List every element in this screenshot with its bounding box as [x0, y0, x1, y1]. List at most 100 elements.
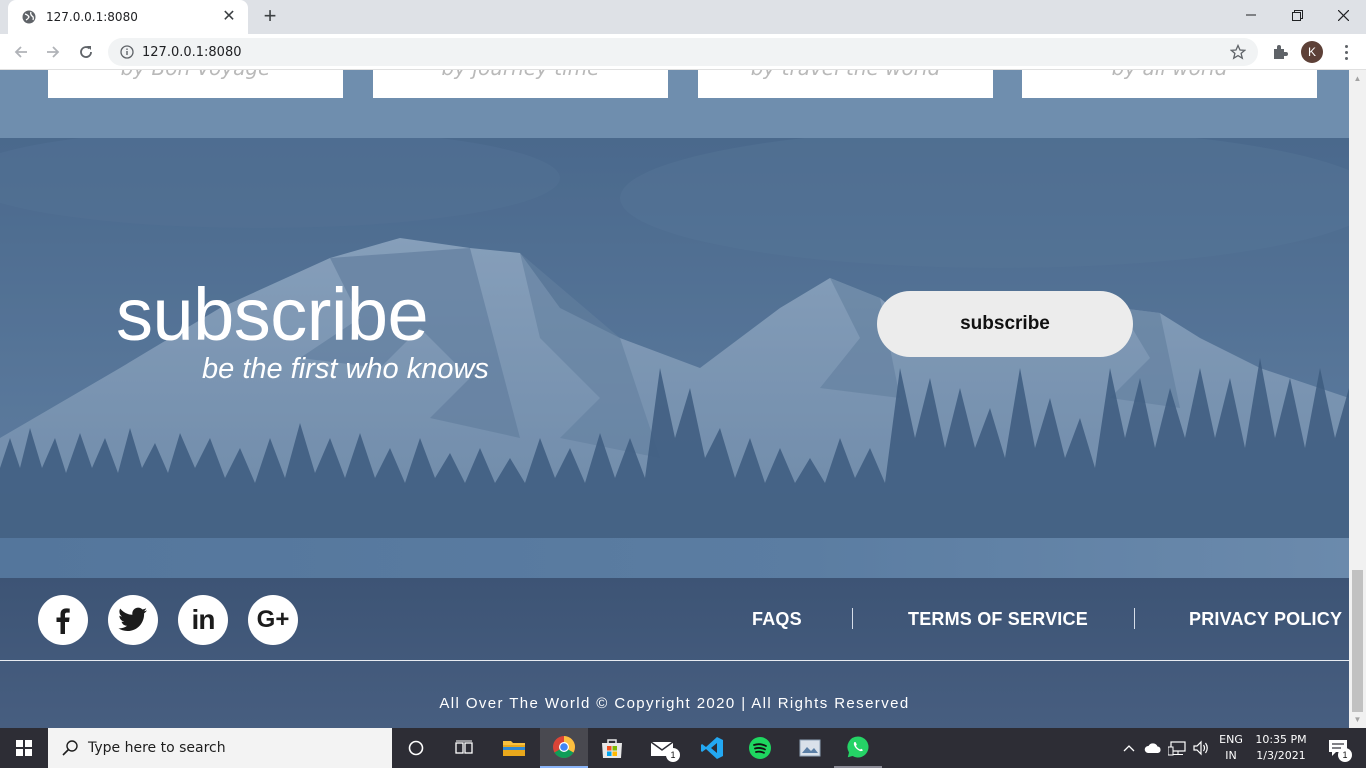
cortana-button[interactable]	[392, 728, 440, 768]
chrome-button[interactable]	[540, 728, 588, 768]
whatsapp-button[interactable]	[834, 728, 882, 768]
google-plus-icon: G+	[256, 606, 290, 633]
chevron-up-icon	[1123, 745, 1135, 752]
search-icon	[62, 740, 78, 756]
search-placeholder: Type here to search	[88, 740, 226, 756]
restore-icon	[1291, 9, 1303, 21]
page-viewport: by Bon Voyage by journey time by travel …	[0, 70, 1349, 728]
start-button[interactable]	[0, 728, 48, 768]
back-button[interactable]	[9, 40, 33, 64]
site-footer: in G+ FAQS TERMS OF SERVICE PRIVACY POLI…	[0, 578, 1349, 728]
facebook-button[interactable]	[38, 595, 88, 645]
vscode-icon	[701, 737, 723, 759]
subscribe-tagline: be the first who knows	[202, 353, 489, 385]
photos-button[interactable]	[786, 728, 834, 768]
address-bar[interactable]: 127.0.0.1:8080	[108, 38, 1258, 66]
card-caption: by Bon Voyage	[48, 70, 343, 80]
footer-link-faqs[interactable]: FAQS	[752, 609, 802, 630]
linkedin-button[interactable]: in	[178, 595, 228, 645]
task-view-button[interactable]	[440, 728, 488, 768]
onedrive-button[interactable]	[1142, 728, 1164, 768]
globe-icon	[22, 10, 36, 24]
footer-divider	[0, 660, 1349, 661]
language-indicator: ENG IN	[1219, 732, 1243, 764]
info-icon	[120, 45, 134, 59]
browser-menu-icon[interactable]	[1336, 42, 1356, 62]
card[interactable]: by journey time	[373, 70, 668, 98]
minimize-icon	[1246, 14, 1256, 16]
language-secondary: IN	[1225, 749, 1237, 762]
mail-button[interactable]: 1	[638, 728, 686, 768]
file-explorer-button[interactable]	[490, 728, 538, 768]
facebook-icon	[56, 608, 70, 634]
new-tab-button[interactable]: +	[258, 5, 282, 29]
extensions-puzzle-icon[interactable]	[1270, 42, 1290, 62]
cortana-circle-icon	[408, 740, 424, 756]
arrow-right-icon	[47, 46, 60, 58]
close-icon	[1337, 9, 1349, 21]
twitter-icon	[118, 607, 147, 631]
windows-taskbar: Type here to search 1 ENG IN 10:35 PM 1/…	[0, 728, 1366, 768]
clock-button[interactable]: 10:35 PM 1/3/2021	[1250, 728, 1312, 768]
arrow-left-icon	[14, 46, 27, 58]
scrollbar-thumb[interactable]	[1352, 570, 1363, 712]
card-caption: by all world	[1022, 70, 1317, 80]
google-plus-button[interactable]: G+	[248, 595, 298, 645]
spotify-icon	[749, 737, 771, 759]
browser-tab[interactable]: 127.0.0.1:8080 ✕	[8, 0, 248, 34]
microsoft-store-button[interactable]	[588, 728, 636, 768]
scroll-down-arrow-icon[interactable]: ▼	[1353, 715, 1362, 724]
subscribe-section: subscribe be the first who knows subscri…	[0, 138, 1349, 538]
close-tab-icon[interactable]: ✕	[220, 8, 238, 26]
mail-badge: 1	[666, 748, 680, 762]
cards-row: by Bon Voyage by journey time by travel …	[0, 70, 1349, 138]
volume-button[interactable]	[1190, 728, 1214, 768]
url-text: 127.0.0.1:8080	[142, 44, 242, 60]
page-scrollbar[interactable]: ▲ ▼	[1349, 70, 1366, 728]
minimize-button[interactable]	[1228, 0, 1274, 30]
taskbar-search-box[interactable]: Type here to search	[48, 728, 392, 768]
action-center-button[interactable]: 1	[1318, 728, 1358, 768]
clock: 10:35 PM 1/3/2021	[1255, 732, 1306, 764]
clock-time: 10:35 PM	[1255, 733, 1307, 746]
card-caption: by journey time	[373, 70, 668, 80]
vscode-button[interactable]	[688, 728, 736, 768]
speaker-icon	[1193, 740, 1208, 756]
windows-logo-icon	[16, 740, 32, 756]
card[interactable]: by travel the world	[698, 70, 993, 98]
profile-avatar[interactable]: K	[1301, 41, 1323, 63]
cloud-icon	[1144, 743, 1161, 753]
restore-button[interactable]	[1274, 0, 1320, 30]
footer-link-separator	[1134, 608, 1135, 629]
section-divider-band	[0, 538, 1349, 578]
close-window-button[interactable]	[1320, 0, 1366, 30]
spotify-button[interactable]	[736, 728, 784, 768]
tab-strip: 127.0.0.1:8080 ✕ +	[0, 0, 1366, 34]
card[interactable]: by all world	[1022, 70, 1317, 98]
bookmark-star-icon[interactable]	[1230, 44, 1246, 60]
network-icon	[1168, 741, 1186, 756]
show-hidden-icons-button[interactable]	[1118, 728, 1140, 768]
network-button[interactable]	[1166, 728, 1188, 768]
twitter-button[interactable]	[108, 595, 158, 645]
card[interactable]: by Bon Voyage	[48, 70, 343, 98]
chrome-icon	[553, 736, 575, 758]
browser-toolbar: 127.0.0.1:8080	[0, 34, 1366, 70]
subscribe-button[interactable]: subscribe	[877, 291, 1133, 357]
footer-link-terms[interactable]: TERMS OF SERVICE	[908, 609, 1088, 630]
store-icon	[602, 739, 622, 758]
footer-link-separator	[852, 608, 853, 629]
clock-date: 1/3/2021	[1256, 749, 1306, 762]
input-language-button[interactable]: ENG IN	[1216, 728, 1246, 768]
reload-button[interactable]	[74, 40, 98, 64]
photos-icon	[799, 739, 821, 757]
footer-link-privacy[interactable]: PRIVACY POLICY	[1189, 609, 1342, 630]
whatsapp-icon	[847, 736, 869, 758]
copyright-text: All Over The World © Copyright 2020 | Al…	[439, 695, 910, 712]
forward-button[interactable]	[41, 40, 65, 64]
task-view-icon	[455, 740, 473, 754]
card-caption: by travel the world	[698, 70, 993, 80]
language-primary: ENG	[1219, 733, 1243, 746]
scroll-up-arrow-icon[interactable]: ▲	[1353, 74, 1362, 83]
notification-badge: 1	[1338, 748, 1352, 762]
